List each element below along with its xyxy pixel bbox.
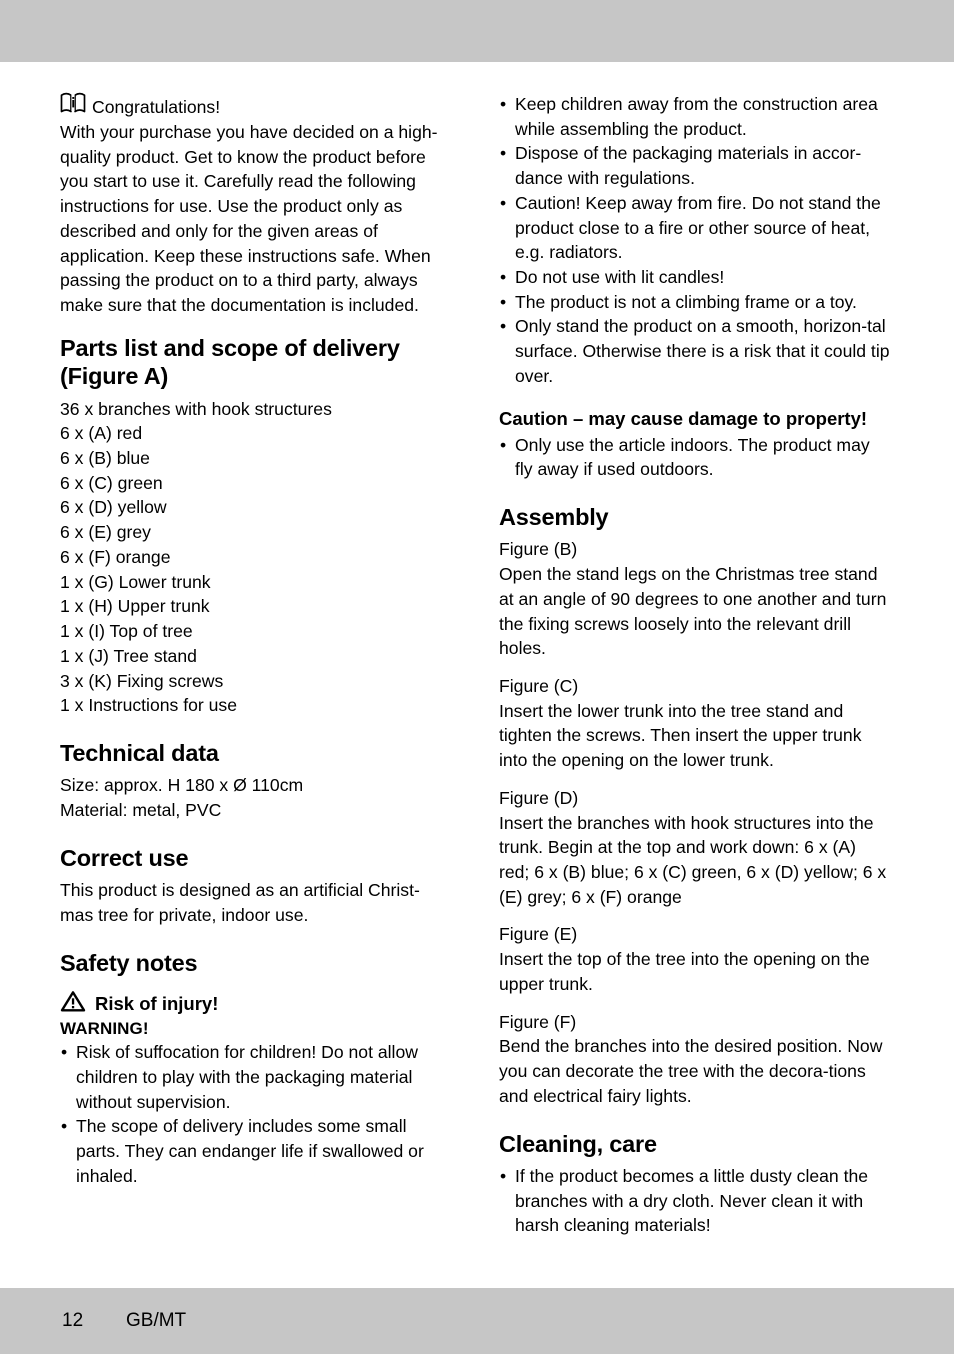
cleaning-bullet: If the product becomes a little dusty cl…	[499, 1164, 891, 1238]
assembly-figure-label: Figure (B)	[499, 539, 578, 560]
parts-item: 1 x (H) Upper trunk	[60, 596, 210, 617]
cleaning-care-heading: Cleaning, care	[499, 1130, 657, 1157]
safety-bullet: The product is not a climbing frame or a…	[499, 290, 891, 315]
right-column: Keep children away from the construction…	[499, 92, 891, 1238]
parts-item: 36 x branches with hook structures	[60, 398, 332, 419]
assembly-figure-label: Figure (D)	[499, 787, 579, 808]
safety-bullet: Do not use with lit candles!	[499, 265, 891, 290]
page-footer: 12 GB/MT	[0, 1288, 954, 1354]
safety-bullet: The scope of delivery includes some smal…	[60, 1114, 438, 1188]
safety-bullet-list-continued: Keep children away from the construction…	[499, 92, 891, 389]
safety-bullet: Caution! Keep away from fire. Do not sta…	[499, 191, 891, 265]
risk-of-injury-label: Risk of injury!	[95, 993, 219, 1015]
assembly-step-text: Insert the top of the tree into the open…	[499, 949, 870, 994]
assembly-figure-label: Figure (F)	[499, 1011, 577, 1032]
assembly-figure-label: Figure (E)	[499, 924, 578, 945]
parts-item: 1 x Instructions for use	[60, 695, 237, 716]
page-content: Congratulations! With your purchase you …	[0, 62, 954, 1288]
parts-item: 3 x (K) Fixing screws	[60, 670, 224, 691]
caution-heading: Caution – may cause damage to property!	[499, 407, 868, 429]
parts-item: 6 x (C) green	[60, 472, 163, 493]
top-grey-band	[0, 0, 954, 62]
intro-body: With your purchase you have decided on a…	[60, 122, 438, 316]
safety-bullet-list: Risk of suffocation for children! Do not…	[60, 1040, 438, 1188]
risk-of-injury-row: Risk of injury!	[60, 990, 438, 1018]
safety-notes-heading: Safety notes	[60, 949, 198, 976]
technical-data-heading: Technical data	[60, 739, 219, 766]
technical-data-line: Material: metal, PVC	[60, 800, 222, 821]
assembly-heading: Assembly	[499, 504, 609, 530]
parts-item: 6 x (A) red	[60, 423, 143, 444]
warning-triangle-icon	[60, 990, 86, 1018]
assembly-step-text: Insert the lower trunk into the tree sta…	[499, 700, 862, 771]
intro-heading: Congratulations!	[92, 97, 221, 118]
safety-bullet: Keep children away from the construction…	[499, 92, 891, 141]
parts-item: 6 x (E) grey	[60, 522, 151, 543]
technical-data-list: Size: approx. H 180 x Ø 110cm Material: …	[60, 773, 438, 822]
caution-bullet: Only use the article indoors. The produc…	[499, 433, 891, 482]
correct-use-body: This product is designed as an artificia…	[60, 880, 420, 925]
locale-label: GB/MT	[126, 1310, 187, 1331]
parts-item: 1 x (J) Tree stand	[60, 645, 197, 666]
assembly-step-text: Open the stand legs on the Christmas tre…	[499, 564, 887, 659]
parts-item: 6 x (F) orange	[60, 546, 171, 567]
parts-item: 6 x (B) blue	[60, 448, 150, 469]
safety-bullet: Risk of suffocation for children! Do not…	[60, 1040, 438, 1114]
intro-heading-row: Congratulations!	[60, 92, 438, 120]
parts-item: 6 x (D) yellow	[60, 497, 167, 518]
parts-list: 36 x branches with hook structures 6 x (…	[60, 397, 438, 718]
page-number: 12	[62, 1310, 84, 1331]
parts-item: 1 x (G) Lower trunk	[60, 571, 211, 592]
technical-data-line: Size: approx. H 180 x Ø 110cm	[60, 775, 304, 796]
safety-bullet: Dispose of the packaging materials in ac…	[499, 141, 891, 190]
safety-bullet: Only stand the product on a smooth, hori…	[499, 314, 891, 388]
assembly-step-text: Bend the branches into the desired posit…	[499, 1036, 883, 1106]
left-column: Congratulations! With your purchase you …	[60, 92, 438, 1188]
correct-use-heading: Correct use	[60, 844, 189, 871]
cleaning-bullet-list: If the product becomes a little dusty cl…	[499, 1164, 891, 1238]
parts-heading: Parts list and scope of delivery (Figure…	[60, 334, 400, 390]
parts-item: 1 x (I) Top of tree	[60, 621, 193, 642]
caution-bullet-list: Only use the article indoors. The produc…	[499, 433, 891, 482]
warning-label: WARNING!	[60, 1019, 149, 1039]
assembly-figure-label: Figure (C)	[499, 676, 579, 697]
assembly-step-text: Insert the branches with hook structures…	[499, 812, 887, 907]
manual-book-icon	[60, 92, 86, 119]
